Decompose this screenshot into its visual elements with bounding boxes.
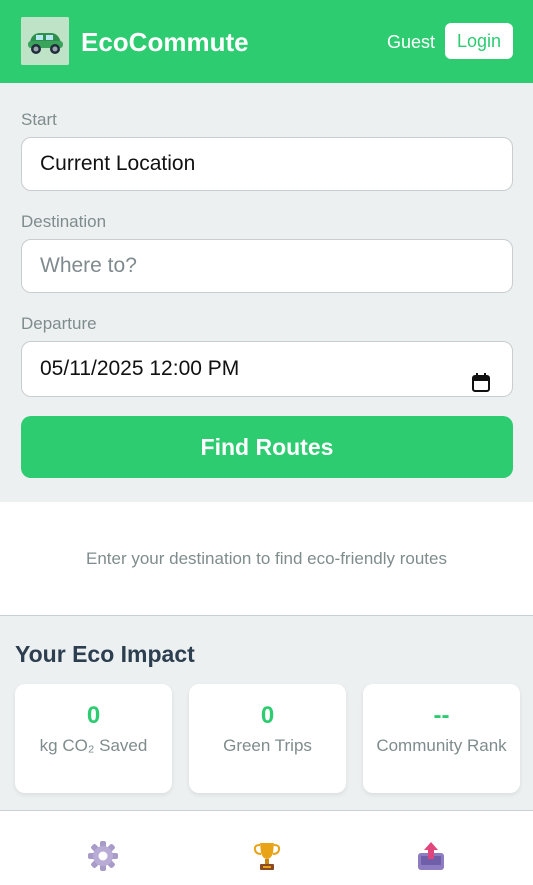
destination-label: Destination — [21, 212, 107, 231]
stat-value: 0 — [86, 702, 101, 729]
stat-label: Community Rank — [376, 736, 507, 755]
stat-value: 0 — [260, 702, 275, 729]
destination-input[interactable]: Where to? — [21, 239, 513, 293]
user-status: Guest — [387, 32, 436, 52]
start-input[interactable]: Current Location — [21, 137, 513, 191]
eco-impact-section: Your Eco Impact 0 kg CO₂ Saved 0 Green T… — [0, 615, 533, 811]
start-label: Start — [21, 110, 57, 129]
leaderboard-nav-button[interactable] — [250, 839, 284, 873]
stat-card-co2: 0 kg CO₂ Saved — [15, 684, 172, 793]
bottom-nav — [0, 811, 533, 885]
route-form: Start Current Location Destination Where… — [0, 83, 533, 502]
stat-card-rank: -- Community Rank — [363, 684, 520, 793]
share-icon — [414, 842, 448, 877]
stat-value: -- — [433, 702, 450, 729]
departure-label: Departure — [21, 314, 97, 333]
eco-impact-title: Your Eco Impact — [15, 641, 195, 667]
login-button[interactable]: Login — [445, 23, 513, 59]
app-logo-icon — [21, 17, 69, 65]
trophy-icon — [250, 843, 284, 877]
settings-nav-button[interactable] — [86, 839, 120, 873]
calendar-icon[interactable] — [472, 359, 490, 392]
stat-card-trips: 0 Green Trips — [189, 684, 346, 793]
departure-value: 05/11/2025 12:00 PM — [40, 357, 240, 380]
app-title: EcoCommute — [81, 27, 249, 57]
find-routes-button[interactable]: Find Routes — [21, 416, 513, 478]
gear-icon — [86, 841, 120, 877]
app-header: EcoCommute Guest Login — [0, 0, 533, 83]
stat-label: Green Trips — [223, 736, 312, 755]
departure-datetime-input[interactable]: 05/11/2025 12:00 PM — [21, 341, 513, 397]
share-nav-button[interactable] — [414, 839, 448, 873]
stat-label: kg CO₂ Saved — [39, 736, 148, 755]
empty-state-hint: Enter your destination to find eco-frien… — [86, 549, 447, 568]
